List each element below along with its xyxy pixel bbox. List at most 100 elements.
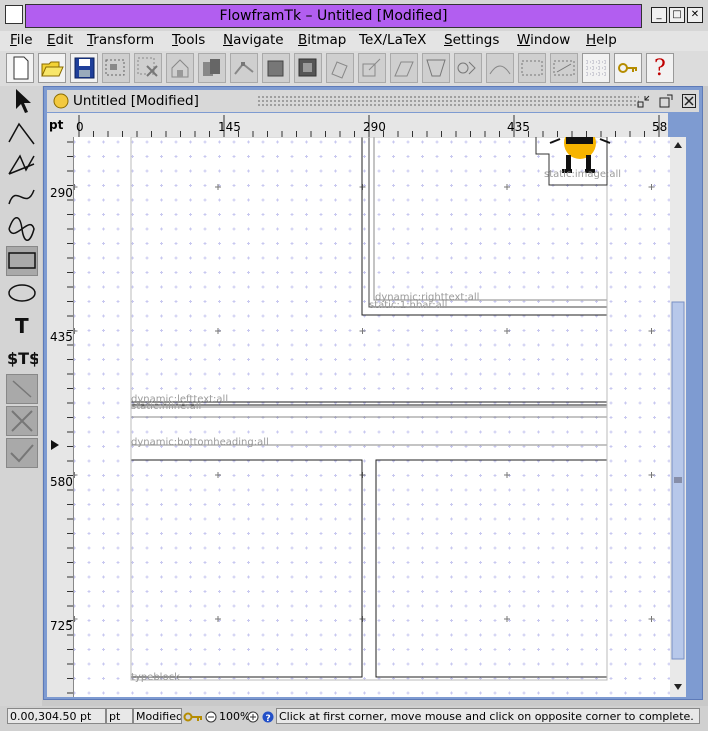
menu-navigate[interactable]: Navigate <box>223 32 284 48</box>
paste-button[interactable] <box>166 53 194 83</box>
info-icon[interactable]: ? <box>262 711 274 723</box>
save-button[interactable] <box>70 53 98 83</box>
merge-paths-button[interactable] <box>518 53 546 83</box>
ruler-tick-label: 290 <box>50 186 73 200</box>
open-line-tool[interactable] <box>6 118 38 148</box>
menu-tex-latex[interactable]: TeX/LaTeX <box>359 32 426 48</box>
tools-sidebar: T $T$ <box>0 86 42 706</box>
help-icon: ? <box>654 56 666 81</box>
status-message: Click at first corner, move mouse and cl… <box>276 708 700 724</box>
finish-tool[interactable] <box>6 438 38 468</box>
cut-icon <box>137 57 158 77</box>
svg-text:T: T <box>15 314 29 338</box>
reduce-to-grey-button[interactable] <box>422 53 450 83</box>
menu-edit[interactable]: Edit <box>47 32 73 48</box>
ruler-tick-label: 290 <box>363 120 386 134</box>
window-titlebar: FlowframTk – Untitled [Modified] _ □ ✕ <box>0 0 708 31</box>
shear-button[interactable] <box>390 53 418 83</box>
arrow-pointer-icon <box>16 89 31 113</box>
closed-line-tool[interactable] <box>6 150 38 180</box>
open-button[interactable] <box>38 53 66 83</box>
open-curve-tool[interactable] <box>6 182 38 212</box>
ruler-tick-label: 725 <box>50 619 73 633</box>
iconify-icon[interactable] <box>637 94 651 108</box>
menu-transform[interactable]: Transform <box>87 32 154 48</box>
closed-line-icon <box>8 154 35 175</box>
vertical-ruler: 290 435 580 725 <box>47 137 74 697</box>
maximize-doc-icon[interactable] <box>659 94 673 108</box>
lock-key-icon[interactable] <box>183 710 203 724</box>
select-region-icon <box>105 59 125 76</box>
canvas-drawing <box>74 137 670 695</box>
open-line-icon <box>8 122 35 145</box>
rectangle-tool[interactable] <box>6 246 38 276</box>
ellipse-tool[interactable] <box>6 278 38 308</box>
help-button[interactable]: ? <box>646 53 674 83</box>
scale-button[interactable] <box>358 53 386 83</box>
grey-shape-icon <box>426 59 446 77</box>
lock-grid-button[interactable] <box>614 53 642 83</box>
folder-open-icon <box>41 61 64 77</box>
menu-file[interactable]: File <box>10 32 33 48</box>
move-to-front-button[interactable] <box>198 53 226 83</box>
menu-tools[interactable]: Tools <box>172 32 205 48</box>
fill-color-button[interactable] <box>294 53 322 83</box>
cursor-position: 0.00,304.50 pt <box>7 708 106 724</box>
cross-icon <box>11 410 33 432</box>
pattern-icon <box>457 61 476 75</box>
grid-icon <box>586 60 607 78</box>
closed-curve-tool[interactable] <box>6 214 38 244</box>
menu-settings[interactable]: Settings <box>444 32 499 48</box>
text-path-icon <box>489 65 511 75</box>
status-bar: 0.00,304.50 pt pt Modified 100% ? Click … <box>0 706 708 731</box>
ruler-tick-label: 58 <box>652 120 668 134</box>
menu-window[interactable]: Window <box>517 32 570 48</box>
select-tool[interactable] <box>6 86 38 116</box>
edit-path-button[interactable] <box>230 53 258 83</box>
unit-selector[interactable]: pt <box>106 708 133 724</box>
text-t-icon: T <box>15 314 29 338</box>
drawing-canvas[interactable]: static:image:all dynamic:righttext:all s… <box>74 137 670 697</box>
cut-copy-button[interactable] <box>134 53 162 83</box>
shear-icon <box>394 61 414 77</box>
maximize-button[interactable]: □ <box>669 7 685 23</box>
rotate-icon <box>331 61 348 79</box>
window-menu-icon[interactable] <box>5 5 23 24</box>
pattern-button[interactable] <box>454 53 482 83</box>
select-all-button[interactable] <box>102 53 130 83</box>
text-tool[interactable]: T <box>6 310 38 340</box>
svg-text:?: ? <box>266 714 271 723</box>
close-doc-icon[interactable] <box>682 94 696 108</box>
ruler-tick-label: 435 <box>50 330 73 344</box>
menu-bar: File Edit Transform Tools Navigate Bitma… <box>0 31 708 51</box>
vertical-scrollbar[interactable] <box>670 137 686 697</box>
gather-tool[interactable] <box>6 374 38 404</box>
ruler-tick-label: 0 <box>76 120 84 134</box>
right-block-frame[interactable] <box>375 459 608 678</box>
ruler-position-marker <box>51 440 59 450</box>
zoom-in-icon[interactable] <box>247 711 259 723</box>
abandon-tool[interactable] <box>6 406 38 436</box>
grid-button[interactable] <box>582 53 610 83</box>
ruler-tick-label: 580 <box>50 475 73 489</box>
zoom-level: 100% <box>219 710 251 723</box>
ellipse-icon <box>8 284 36 302</box>
menu-help[interactable]: Help <box>586 32 617 48</box>
left-block-frame[interactable] <box>130 459 363 678</box>
cartoon-image <box>549 137 611 173</box>
xor-paths-button[interactable] <box>550 53 578 83</box>
zoom-out-icon[interactable] <box>205 711 217 723</box>
dynamic-righttext-inner[interactable] <box>373 137 607 301</box>
text-path-button[interactable] <box>486 53 514 83</box>
label-dynamic-bottomheading: dynamic:bottomheading:all <box>131 437 269 448</box>
dynamic-righttext-frame[interactable] <box>368 137 607 308</box>
line-color-button[interactable] <box>262 53 290 83</box>
minimize-button[interactable]: _ <box>651 7 667 23</box>
menu-bitmap[interactable]: Bitmap <box>298 32 346 48</box>
new-document-button[interactable] <box>6 53 34 83</box>
rotate-button[interactable] <box>326 53 354 83</box>
window-title: FlowframTk – Untitled [Modified] <box>25 4 642 28</box>
close-button[interactable]: ✕ <box>687 7 703 23</box>
scroll-up-arrow <box>674 142 682 148</box>
math-text-tool[interactable]: $T$ <box>6 342 38 372</box>
